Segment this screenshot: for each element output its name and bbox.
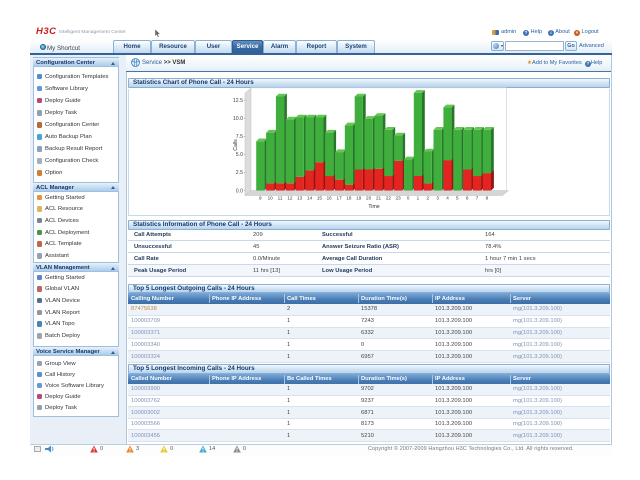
svg-text:19: 19 [356, 196, 362, 201]
svg-text:15: 15 [317, 196, 323, 201]
svg-text:10.0: 10.0 [233, 116, 243, 122]
svg-text:2.5: 2.5 [236, 170, 243, 176]
svg-text:Time: Time [368, 204, 379, 210]
svg-text:0.0: 0.0 [236, 188, 243, 194]
svg-text:8: 8 [486, 196, 489, 201]
svg-text:22: 22 [386, 196, 392, 201]
svg-text:5: 5 [456, 196, 459, 201]
svg-text:12.5: 12.5 [233, 98, 243, 104]
svg-text:Calls: Calls [233, 139, 239, 151]
svg-text:17: 17 [337, 196, 343, 201]
svg-text:20: 20 [366, 196, 372, 201]
svg-text:23: 23 [396, 196, 402, 201]
svg-text:18: 18 [346, 196, 352, 201]
svg-text:0: 0 [407, 196, 410, 201]
svg-text:4: 4 [446, 196, 449, 201]
svg-text:13: 13 [297, 196, 303, 201]
svg-text:3: 3 [436, 196, 439, 201]
svg-text:1: 1 [417, 196, 420, 201]
svg-text:2: 2 [427, 196, 430, 201]
svg-text:9: 9 [259, 196, 262, 201]
svg-text:7: 7 [476, 196, 479, 201]
svg-text:14: 14 [307, 196, 313, 201]
svg-text:10: 10 [268, 196, 274, 201]
svg-text:12: 12 [287, 196, 293, 201]
svg-text:5.0: 5.0 [236, 152, 243, 158]
svg-text:11: 11 [278, 196, 283, 201]
svg-text:16: 16 [327, 196, 333, 201]
svg-text:21: 21 [376, 196, 382, 201]
svg-text:6: 6 [466, 196, 469, 201]
svg-text:7.5: 7.5 [236, 134, 243, 140]
